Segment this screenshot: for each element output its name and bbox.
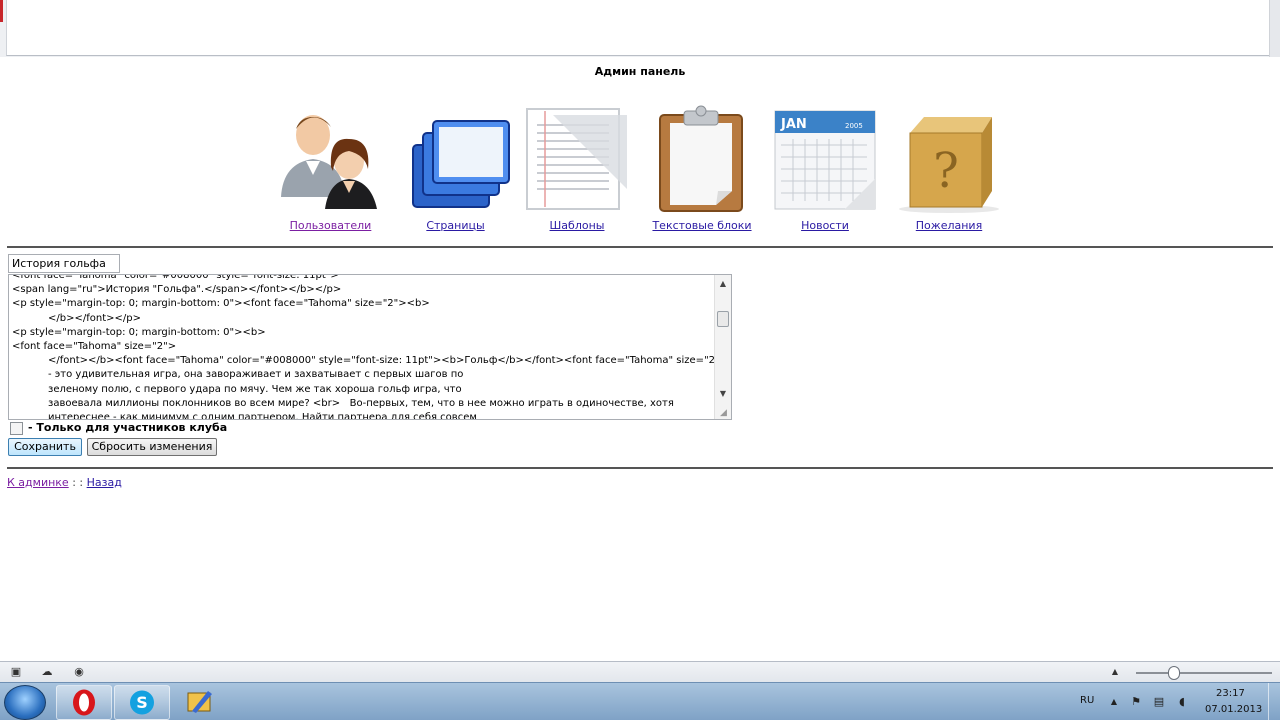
- resize-grip-icon[interactable]: ◢: [720, 408, 730, 418]
- page-scrollbar[interactable]: [1269, 0, 1280, 57]
- save-button[interactable]: Сохранить: [8, 438, 82, 456]
- show-desktop-button[interactable]: [1268, 683, 1280, 720]
- scroll-down-icon[interactable]: ▼: [715, 387, 731, 401]
- scroll-up-icon[interactable]: ▲: [715, 277, 731, 291]
- nav-templates[interactable]: Шаблоны: [522, 105, 632, 232]
- users-icon: [281, 115, 377, 209]
- tray-security-icon[interactable]: ⚑: [1130, 696, 1142, 708]
- cloud-icon[interactable]: ☁: [40, 666, 54, 678]
- skype-icon: S: [130, 690, 154, 715]
- divider-bottom: [7, 467, 1273, 469]
- svg-text:S: S: [136, 693, 148, 712]
- zoom-slider[interactable]: [1136, 672, 1272, 674]
- calendar-month: JAN: [780, 117, 807, 132]
- nav-news[interactable]: JAN 2005 Новости: [770, 105, 880, 232]
- club-only-checkbox[interactable]: [10, 422, 23, 435]
- scroll-thumb[interactable]: [717, 311, 729, 327]
- volume-icon[interactable]: ◖: [1176, 696, 1188, 708]
- nav-pages[interactable]: Страницы: [398, 105, 513, 232]
- speed-dial-icon[interactable]: ◉: [72, 666, 86, 678]
- taskbar: S RU ▲ ⚑ ▤ ◖ 23:17 07.01.2013: [0, 682, 1280, 720]
- opera-icon: [73, 689, 95, 716]
- tray-expand-icon[interactable]: ▲: [1108, 696, 1120, 708]
- windows-pages-icon: [411, 120, 510, 208]
- nav-wishes[interactable]: ? Пожелания: [896, 105, 1002, 232]
- page-title-input[interactable]: [8, 254, 120, 273]
- nav-users-link[interactable]: Пользователи: [268, 219, 393, 232]
- nav-pages-link[interactable]: Страницы: [398, 219, 513, 232]
- expand-up-icon[interactable]: ▲: [1108, 666, 1122, 678]
- back-link[interactable]: Назад: [87, 476, 122, 489]
- svg-text:?: ?: [933, 143, 959, 199]
- taskbar-paint[interactable]: [176, 685, 224, 718]
- clock-time[interactable]: 23:17: [1216, 688, 1245, 699]
- clock-date[interactable]: 07.01.2013: [1205, 704, 1262, 715]
- editor-content: <font face="Tahoma" color="#008000" styl…: [12, 274, 729, 420]
- editor-scrollbar[interactable]: ▲ ▼: [714, 275, 731, 419]
- browser-status-bar: ▣ ☁ ◉ ▲: [0, 661, 1280, 683]
- browser-toolbar-area: [0, 0, 1280, 57]
- divider-top: [7, 246, 1273, 248]
- nav-news-link[interactable]: Новости: [770, 219, 880, 232]
- link-separator: : :: [72, 476, 84, 489]
- nav-text-blocks[interactable]: Текстовые блоки: [648, 105, 756, 232]
- language-indicator[interactable]: RU: [1080, 695, 1094, 706]
- taskbar-skype[interactable]: S: [114, 685, 170, 720]
- calendar-icon: JAN 2005: [774, 110, 876, 210]
- calendar-year: 2005: [845, 122, 863, 130]
- nav-templates-link[interactable]: Шаблоны: [522, 219, 632, 232]
- nav-wishes-link[interactable]: Пожелания: [896, 219, 1002, 232]
- taskbar-opera[interactable]: [56, 685, 112, 720]
- opera-menu-edge[interactable]: [0, 0, 3, 22]
- network-icon[interactable]: ▤: [1153, 696, 1165, 708]
- club-only-label: - Только для участников клуба: [28, 421, 228, 434]
- panel-toggle-icon[interactable]: ▣: [9, 666, 23, 678]
- paint-tool-icon: [187, 691, 212, 713]
- address-area: [6, 0, 1270, 56]
- footer-links: К админке : : Назад: [7, 476, 122, 489]
- admin-link[interactable]: К админке: [7, 476, 69, 489]
- clipboard-icon: [659, 105, 743, 212]
- template-document-icon: [526, 108, 627, 210]
- nav-text-blocks-link[interactable]: Текстовые блоки: [648, 219, 756, 232]
- nav-users[interactable]: Пользователи: [268, 105, 393, 232]
- page-title: Админ панель: [594, 65, 686, 78]
- mystery-box-icon: ?: [899, 117, 999, 213]
- zoom-slider-knob[interactable]: [1168, 666, 1180, 680]
- start-button[interactable]: [4, 685, 46, 720]
- reset-button[interactable]: Сбросить изменения: [87, 438, 217, 456]
- content-editor[interactable]: <font face="Tahoma" color="#008000" styl…: [8, 274, 732, 420]
